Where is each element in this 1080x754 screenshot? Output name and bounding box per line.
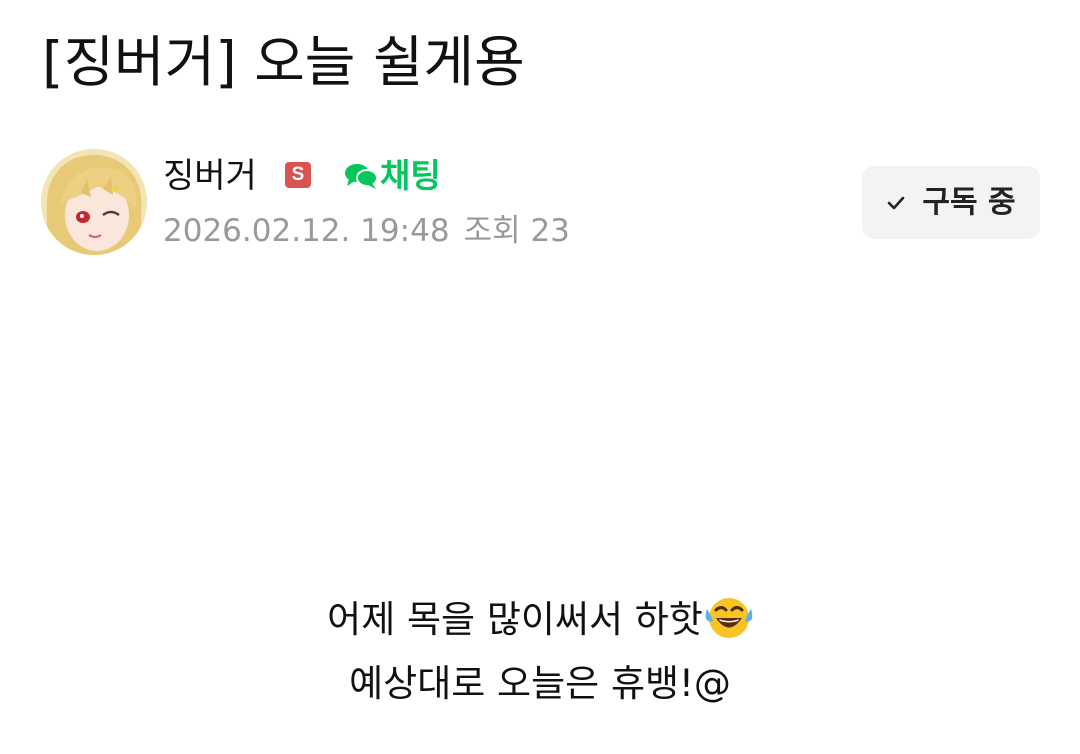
post-meta: 2026.02.12. 19:48 조회 23: [163, 208, 570, 254]
post-page: [징버거] 오늘 쉴게용 징버거 S 채팅 2026.02.12. 19:48 조…: [0, 0, 1080, 754]
avatar-image: [41, 149, 147, 255]
post-title: [징버거] 오늘 쉴게용: [42, 30, 525, 94]
chat-button[interactable]: 채팅: [344, 153, 441, 199]
author-name[interactable]: 징버거: [163, 153, 257, 199]
face-with-tears-of-joy-icon: [705, 598, 753, 638]
post-body: 어제 목을 많이써서 하핫 예상대로 오늘은 휴뱅!@: [0, 588, 1080, 716]
post-date: 2026.02.12. 19:48: [163, 213, 450, 249]
subscribe-label: 구독 중: [922, 184, 1016, 220]
chat-label: 채팅: [380, 156, 441, 195]
check-icon: [888, 196, 905, 209]
view-count: 조회 23: [463, 213, 570, 249]
author-badge: S: [285, 162, 311, 188]
chat-bubbles-icon: [345, 164, 378, 189]
body-line-1-text: 어제 목을 많이써서 하핫: [327, 598, 703, 641]
author-avatar[interactable]: [41, 149, 147, 255]
subscribe-button[interactable]: 구독 중: [862, 166, 1040, 239]
body-line-2: 예상대로 오늘은 휴뱅!@: [349, 662, 731, 705]
body-line-1: 어제 목을 많이써서 하핫: [0, 588, 1080, 652]
